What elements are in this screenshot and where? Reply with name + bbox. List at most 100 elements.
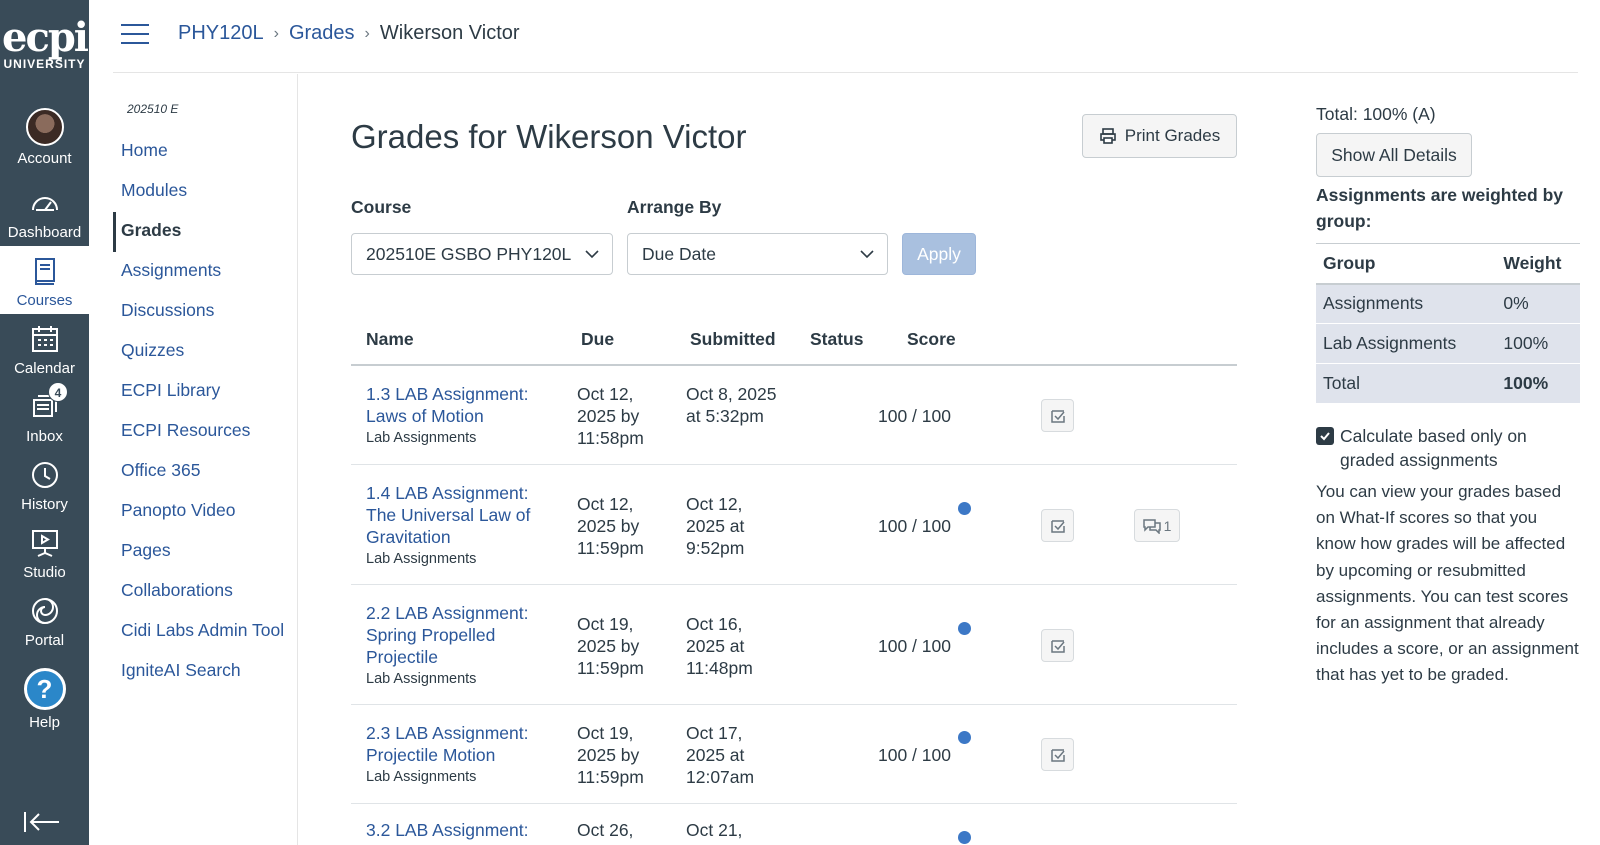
- nav-portal[interactable]: Portal: [0, 586, 89, 654]
- course-nav-pages[interactable]: Pages: [121, 539, 171, 561]
- unread-feedback-dot: [958, 731, 971, 744]
- weight-group: Assignments: [1316, 283, 1497, 324]
- breadcrumb-course[interactable]: PHY120L: [178, 22, 264, 45]
- course-nav-panopto-video[interactable]: Panopto Video: [121, 499, 236, 521]
- weights-table: Group Weight Assignments 0% Lab Assignme…: [1316, 243, 1580, 404]
- table-row: 3.2 LAB Assignment: Oct 26, Oct 21,: [351, 804, 1237, 845]
- course-nav-home[interactable]: Home: [121, 139, 168, 161]
- grade-summary-sidebar: Total: 100% (A) Show All Details Assignm…: [1316, 74, 1580, 845]
- table-row: 2.3 LAB Assignment: Projectile Motion La…: [351, 705, 1237, 804]
- assignment-cell: 3.2 LAB Assignment:: [366, 819, 546, 841]
- rubric-icon: [1050, 748, 1065, 762]
- global-navigation: ecpi UNIVERSITY Account Dashboard Course…: [0, 0, 89, 845]
- nav-calendar-label: Calendar: [14, 360, 75, 377]
- nav-studio[interactable]: Studio: [0, 518, 89, 586]
- assignment-link[interactable]: 1.3 LAB Assignment: Laws of Motion: [366, 384, 528, 426]
- weight-value: 0%: [1496, 283, 1580, 324]
- apply-button[interactable]: Apply: [902, 233, 976, 275]
- inbox-unread-badge: 4: [48, 382, 68, 402]
- col-header-score[interactable]: Score: [907, 329, 956, 350]
- due-date: Oct 12, 2025 by 11:59pm: [577, 494, 644, 558]
- assignment-link[interactable]: 1.4 LAB Assignment: The Universal Law of…: [366, 483, 530, 547]
- nav-help[interactable]: ? Help: [0, 666, 89, 744]
- col-header-name[interactable]: Name: [366, 329, 414, 350]
- weights-header-weight: Weight: [1496, 243, 1580, 285]
- course-nav-igniteai-search[interactable]: IgniteAI Search: [121, 659, 241, 681]
- due-date: Oct 19, 2025 by 11:59pm: [577, 614, 644, 678]
- assignment-link[interactable]: 2.2 LAB Assignment: Spring Propelled Pro…: [366, 603, 528, 667]
- nav-account-label: Account: [17, 150, 72, 167]
- nav-courses-label: Courses: [16, 292, 73, 309]
- dashboard-icon: [31, 197, 58, 211]
- course-select[interactable]: 202510E GSBO PHY120L: [351, 233, 613, 275]
- comments-button[interactable]: 1: [1134, 509, 1180, 542]
- table-row: 1.3 LAB Assignment: Laws of Motion Lab A…: [351, 366, 1237, 465]
- nav-courses[interactable]: Courses: [0, 246, 89, 314]
- rubric-button[interactable]: [1041, 509, 1074, 542]
- breadcrumb: PHY120L › Grades › Wikerson Victor: [178, 22, 520, 45]
- nav-history[interactable]: History: [0, 450, 89, 518]
- assignment-group: Lab Assignments: [366, 671, 477, 687]
- active-indicator: [113, 212, 116, 252]
- rubric-button[interactable]: [1041, 629, 1074, 662]
- assignment-link[interactable]: 2.3 LAB Assignment: Projectile Motion: [366, 723, 528, 765]
- course-nav-assignments[interactable]: Assignments: [121, 259, 221, 281]
- course-nav-discussions[interactable]: Discussions: [121, 299, 214, 321]
- rubric-icon: [1050, 409, 1065, 423]
- score: 100 / 100: [878, 636, 951, 656]
- calculate-graded-checkbox[interactable]: [1316, 427, 1334, 445]
- assignment-group: Lab Assignments: [366, 769, 477, 785]
- nav-dashboard[interactable]: Dashboard: [0, 178, 89, 246]
- courses-icon: [34, 258, 55, 285]
- collapse-nav-icon[interactable]: [22, 810, 62, 834]
- weighted-note: Assignments are weighted by group:: [1316, 185, 1564, 231]
- print-grades-button[interactable]: Print Grades: [1082, 114, 1237, 158]
- table-row: 2.2 LAB Assignment: Spring Propelled Pro…: [351, 585, 1237, 705]
- nav-calendar[interactable]: Calendar: [0, 314, 89, 382]
- studio-icon: [31, 530, 58, 557]
- comment-count: 1: [1163, 517, 1172, 534]
- course-nav-ecpi-library[interactable]: ECPI Library: [121, 379, 220, 401]
- course-nav-grades[interactable]: Grades: [121, 219, 181, 241]
- comments-icon: [1142, 518, 1161, 534]
- course-nav-collaborations[interactable]: Collaborations: [121, 579, 233, 601]
- course-nav-office-365[interactable]: Office 365: [121, 459, 200, 481]
- rubric-button[interactable]: [1041, 738, 1074, 771]
- checkmark-icon: [1320, 432, 1330, 441]
- col-header-status[interactable]: Status: [810, 329, 863, 350]
- due-date: Oct 12, 2025 by 11:58pm: [577, 384, 644, 448]
- nav-inbox[interactable]: 4 Inbox: [0, 382, 89, 450]
- course-nav-modules[interactable]: Modules: [121, 179, 187, 201]
- breadcrumb-grades[interactable]: Grades: [289, 22, 355, 45]
- nav-account[interactable]: Account: [0, 100, 89, 172]
- course-header: PHY120L › Grades › Wikerson Victor: [113, 0, 1578, 73]
- due-date: Oct 19, 2025 by 11:59pm: [577, 723, 644, 787]
- total-grade: Total: 100% (A): [1316, 104, 1436, 124]
- course-select-label: Course: [351, 197, 412, 217]
- weight-value: 100%: [1496, 323, 1580, 364]
- what-if-description: You can view your grades based on What-I…: [1316, 482, 1579, 685]
- course-nav-ecpi-resources[interactable]: ECPI Resources: [121, 419, 250, 441]
- ecpi-logo[interactable]: ecpi UNIVERSITY: [0, 18, 89, 71]
- unread-feedback-dot: [958, 831, 971, 844]
- unread-feedback-dot: [958, 622, 971, 635]
- hamburger-menu-icon[interactable]: [121, 24, 149, 46]
- course-nav-quizzes[interactable]: Quizzes: [121, 339, 184, 361]
- history-clock-icon: [31, 462, 58, 488]
- course-nav-cidi-labs[interactable]: Cidi Labs Admin Tool: [121, 619, 284, 641]
- assignment-link[interactable]: 3.2 LAB Assignment:: [366, 820, 528, 840]
- submitted-date: Oct 12, 2025 at 9:52pm: [686, 494, 745, 558]
- col-header-due[interactable]: Due: [581, 329, 614, 350]
- show-all-details-button[interactable]: Show All Details: [1316, 133, 1472, 177]
- arrange-by-value: Due Date: [642, 244, 716, 264]
- calculate-graded-only: Calculate based only on graded assignmen…: [1316, 424, 1580, 472]
- arrange-by-select[interactable]: Due Date: [627, 233, 888, 275]
- print-grades-label: Print Grades: [1124, 126, 1221, 145]
- calculate-graded-label: Calculate based only on graded assignmen…: [1340, 426, 1527, 470]
- breadcrumb-separator-icon: ›: [364, 24, 370, 42]
- col-header-submitted[interactable]: Submitted: [690, 329, 776, 350]
- weight-value: 100%: [1496, 363, 1580, 404]
- nav-help-label: Help: [29, 714, 60, 731]
- submitted-date: Oct 17, 2025 at 12:07am: [686, 723, 755, 787]
- rubric-button[interactable]: [1041, 399, 1074, 432]
